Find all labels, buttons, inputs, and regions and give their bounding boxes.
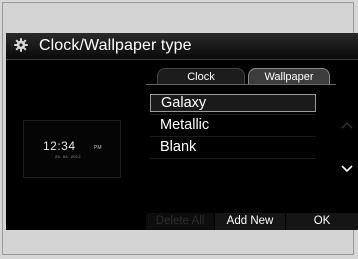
list-item-galaxy[interactable]: Galaxy	[150, 94, 316, 112]
chevron-up-icon[interactable]	[341, 121, 353, 129]
list-divider	[150, 158, 316, 159]
title-bar: Clock/Wallpaper type	[6, 33, 358, 59]
list-divider	[150, 136, 316, 137]
list-divider	[150, 114, 316, 115]
screen: Clock/Wallpaper type Clock Wallpaper 12:…	[6, 33, 358, 230]
preview-ampm: PM	[94, 145, 102, 151]
preview-time: 12:34	[43, 139, 76, 153]
tab-wallpaper[interactable]: Wallpaper	[248, 68, 330, 84]
preview-date: 25. 04. 2012	[55, 154, 81, 159]
title-divider	[6, 59, 358, 60]
list-item-metallic[interactable]: Metallic	[150, 116, 316, 134]
page-title: Clock/Wallpaper type	[39, 37, 192, 54]
tab-clock[interactable]: Clock	[157, 68, 245, 84]
clock-preview: 12:34 PM 25. 04. 2012	[23, 120, 121, 178]
delete-all-button[interactable]: Delete All	[146, 213, 214, 230]
list-item-blank[interactable]: Blank	[150, 138, 316, 156]
chevron-down-icon[interactable]	[341, 165, 353, 173]
gear-icon	[14, 38, 28, 52]
add-new-button[interactable]: Add New	[215, 213, 285, 230]
tab-divider	[146, 84, 336, 85]
ok-button[interactable]: OK	[286, 213, 358, 230]
